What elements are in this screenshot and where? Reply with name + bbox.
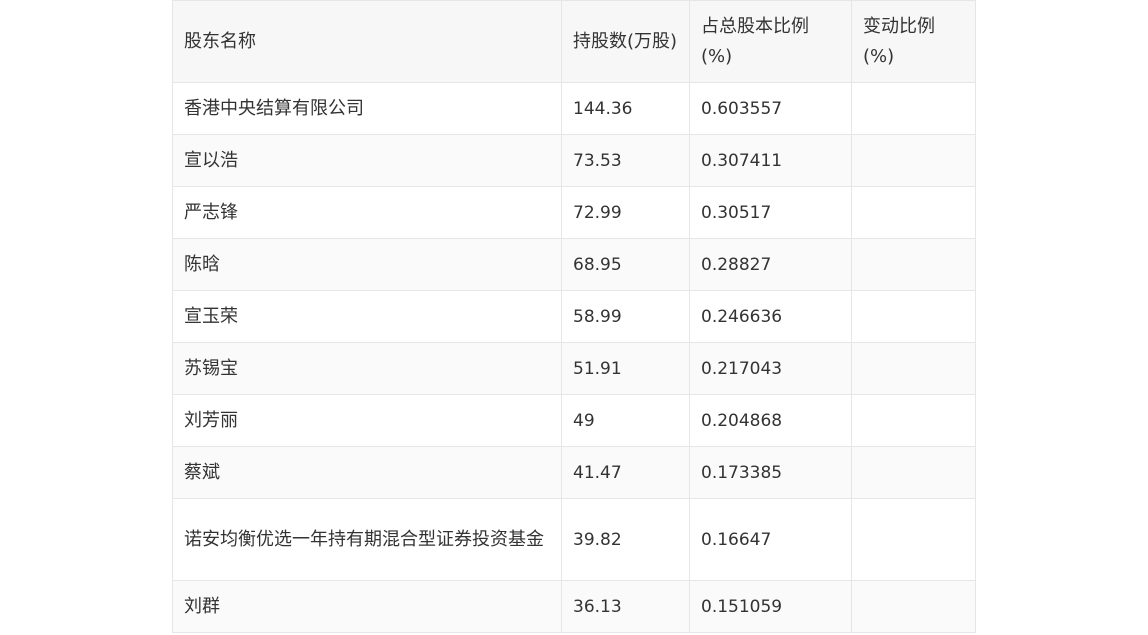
cell-shares: 41.47 xyxy=(561,446,690,499)
cell-shares: 73.53 xyxy=(561,134,690,187)
cell-shareholder-name: 蔡斌 xyxy=(172,446,562,499)
cell-shares: 58.99 xyxy=(561,290,690,343)
table-row: 宣玉荣 58.99 0.246636 xyxy=(172,290,976,343)
cell-change xyxy=(851,446,976,499)
table-row: 苏锡宝 51.91 0.217043 xyxy=(172,342,976,395)
cell-change xyxy=(851,82,976,135)
cell-shareholder-name: 宣玉荣 xyxy=(172,290,562,343)
cell-change xyxy=(851,580,976,633)
header-change: 变动比例(%) xyxy=(851,0,976,83)
cell-ratio: 0.246636 xyxy=(689,290,852,343)
table-row: 刘芳丽 49 0.204868 xyxy=(172,394,976,447)
cell-ratio: 0.151059 xyxy=(689,580,852,633)
table-body: 香港中央结算有限公司 144.36 0.603557 宣以浩 73.53 0.3… xyxy=(172,82,976,633)
cell-shareholder-name: 刘芳丽 xyxy=(172,394,562,447)
cell-ratio: 0.307411 xyxy=(689,134,852,187)
cell-shareholder-name: 诺安均衡优选一年持有期混合型证券投资基金 xyxy=(172,498,562,581)
cell-shareholder-name: 严志锋 xyxy=(172,186,562,239)
cell-shares: 68.95 xyxy=(561,238,690,291)
table-row: 诺安均衡优选一年持有期混合型证券投资基金 39.82 0.16647 xyxy=(172,498,976,581)
cell-shareholder-name: 香港中央结算有限公司 xyxy=(172,82,562,135)
cell-ratio: 0.28827 xyxy=(689,238,852,291)
cell-shareholder-name: 苏锡宝 xyxy=(172,342,562,395)
cell-change xyxy=(851,290,976,343)
cell-change xyxy=(851,342,976,395)
cell-change xyxy=(851,238,976,291)
cell-ratio: 0.30517 xyxy=(689,186,852,239)
cell-ratio: 0.173385 xyxy=(689,446,852,499)
header-row: 股东名称 持股数(万股) 占总股本比例(%) 变动比例(%) xyxy=(172,0,976,83)
cell-shares: 36.13 xyxy=(561,580,690,633)
cell-change xyxy=(851,498,976,581)
cell-ratio: 0.217043 xyxy=(689,342,852,395)
table-row: 蔡斌 41.47 0.173385 xyxy=(172,446,976,499)
cell-change xyxy=(851,394,976,447)
table-row: 宣以浩 73.53 0.307411 xyxy=(172,134,976,187)
cell-shares: 39.82 xyxy=(561,498,690,581)
cell-shares: 49 xyxy=(561,394,690,447)
header-ratio: 占总股本比例(%) xyxy=(689,0,852,83)
cell-shares: 51.91 xyxy=(561,342,690,395)
cell-shareholder-name: 刘群 xyxy=(172,580,562,633)
cell-shares: 144.36 xyxy=(561,82,690,135)
table-row: 陈晗 68.95 0.28827 xyxy=(172,238,976,291)
cell-shares: 72.99 xyxy=(561,186,690,239)
table-row: 香港中央结算有限公司 144.36 0.603557 xyxy=(172,82,976,135)
header-shares: 持股数(万股) xyxy=(561,0,690,83)
cell-shareholder-name: 宣以浩 xyxy=(172,134,562,187)
table-row: 刘群 36.13 0.151059 xyxy=(172,580,976,633)
cell-change xyxy=(851,186,976,239)
cell-ratio: 0.16647 xyxy=(689,498,852,581)
table-header: 股东名称 持股数(万股) 占总股本比例(%) 变动比例(%) xyxy=(172,0,976,83)
cell-ratio: 0.204868 xyxy=(689,394,852,447)
cell-ratio: 0.603557 xyxy=(689,82,852,135)
cell-shareholder-name: 陈晗 xyxy=(172,238,562,291)
shareholder-table: 股东名称 持股数(万股) 占总股本比例(%) 变动比例(%) 香港中央结算有限公… xyxy=(172,0,976,633)
shareholder-table-container: 股东名称 持股数(万股) 占总股本比例(%) 变动比例(%) 香港中央结算有限公… xyxy=(172,0,976,633)
cell-change xyxy=(851,134,976,187)
header-shareholder-name: 股东名称 xyxy=(172,0,562,83)
table-row: 严志锋 72.99 0.30517 xyxy=(172,186,976,239)
